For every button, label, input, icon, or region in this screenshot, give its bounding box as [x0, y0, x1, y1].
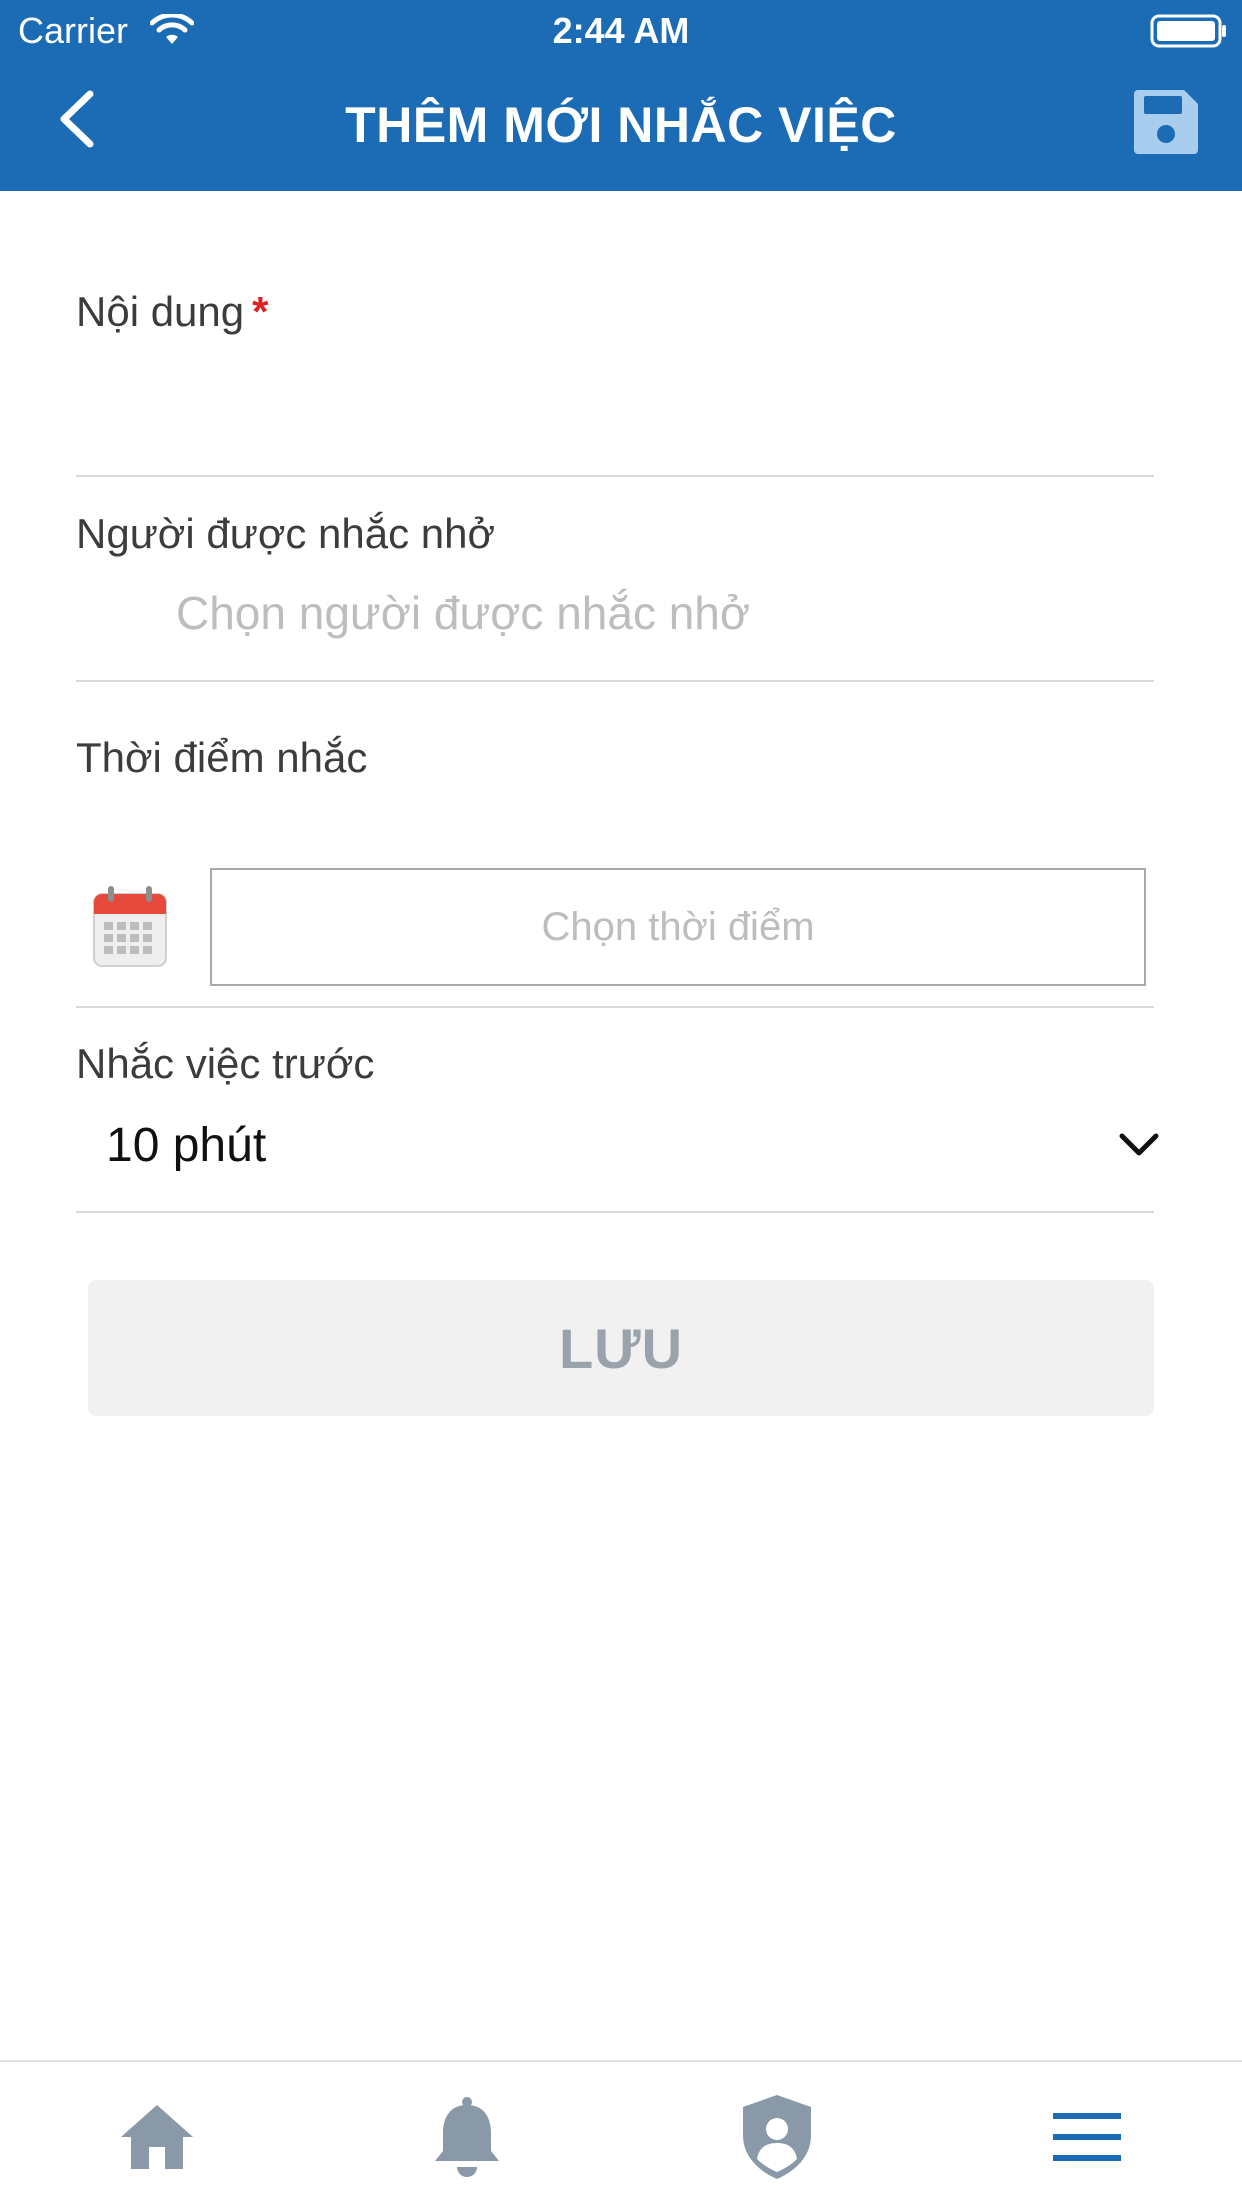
remind-before-value: 10 phút — [106, 1119, 267, 1172]
home-icon — [121, 2105, 193, 2169]
save-icon[interactable] — [1130, 86, 1202, 158]
nav-account[interactable] — [732, 2092, 822, 2182]
calendar-icon[interactable] — [92, 884, 168, 968]
nav-menu[interactable] — [1042, 2092, 1132, 2182]
recipient-input[interactable]: Chọn người được nhắc nhở — [176, 580, 1154, 646]
remind-before-label: Nhắc việc trước — [76, 1040, 375, 1087]
required-mark: * — [252, 288, 269, 335]
content-input[interactable] — [76, 370, 1154, 470]
bell-icon — [435, 2097, 499, 2177]
menu-icon — [1053, 2113, 1121, 2161]
battery-icon — [1150, 14, 1226, 48]
shield-user-icon — [743, 2095, 811, 2179]
content-label-text: Nội dung — [76, 288, 245, 335]
divider — [76, 1006, 1154, 1008]
recipient-label: Người được nhắc nhở — [76, 510, 496, 557]
content-label: Nội dung * — [76, 288, 268, 336]
page-title: THÊM MỚI NHẮC VIỆC — [345, 97, 897, 153]
divider — [76, 1211, 1154, 1213]
reminder-time-label: Thời điểm nhắc — [76, 734, 368, 781]
save-button[interactable]: LƯU — [88, 1280, 1154, 1416]
divider — [76, 680, 1154, 682]
app-screen: Carrier 2:44 AM THÊM MỚI NHẮC VIỆC Nội d… — [0, 0, 1242, 2208]
header-bar: Carrier 2:44 AM THÊM MỚI NHẮC VIỆC — [0, 0, 1242, 191]
divider — [76, 475, 1154, 477]
chevron-down-icon[interactable] — [1116, 1124, 1162, 1164]
reminder-time-input[interactable]: Chọn thời điểm — [210, 868, 1146, 986]
status-time: 2:44 AM — [552, 10, 690, 51]
nav-home[interactable] — [112, 2092, 202, 2182]
bottom-nav — [0, 2060, 1242, 2208]
nav-notifications[interactable] — [422, 2092, 512, 2182]
